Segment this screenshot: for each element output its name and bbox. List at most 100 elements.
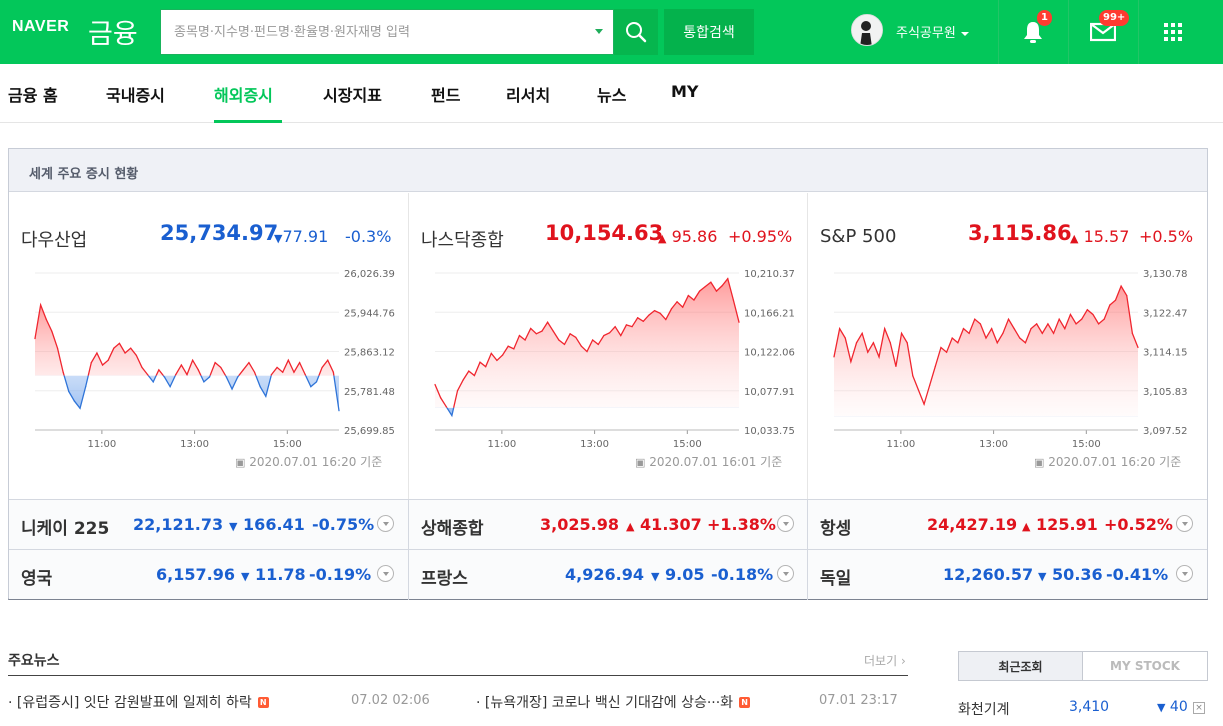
data-point — [889, 342, 891, 344]
data-point — [1024, 342, 1027, 344]
naver-logo[interactable]: NAVER — [12, 18, 69, 36]
index-name: 항셍 — [820, 519, 852, 539]
data-point — [732, 299, 734, 301]
y-tick-label: 3,130.78 — [1143, 269, 1188, 280]
data-point — [507, 345, 509, 347]
x-tick-label: 13:00 — [580, 439, 609, 450]
index-name: 니케이 225 — [21, 519, 110, 539]
recent-stock-name[interactable]: 화천기계 — [958, 699, 1010, 719]
data-point — [237, 376, 239, 378]
calendar-icon: ▣ — [235, 456, 246, 469]
data-point — [1081, 318, 1083, 320]
index-name: 다우산업 — [21, 230, 88, 251]
data-point — [1120, 285, 1122, 287]
total-search-button[interactable]: 통합검색 — [664, 9, 754, 55]
expand-chevron-icon[interactable] — [777, 565, 794, 582]
news-item[interactable]: · [뉴욕개장] 코로나 백신 기대감에 상승···화 N — [476, 692, 751, 712]
index-card-nasdaq[interactable]: 나스닥종합 10,154.63 ▲ 95.86 +0.95% 10,210.37… — [408, 193, 807, 499]
avatar[interactable] — [851, 14, 883, 46]
data-point — [518, 334, 521, 337]
mail-button[interactable]: 99+ — [1068, 0, 1136, 64]
data-point — [917, 389, 920, 391]
index-cell-uk[interactable]: 영국 6,157.96 ▼ 11.78 -0.19% — [9, 550, 408, 600]
data-point — [687, 294, 689, 297]
index-change-value: 15.57 — [1083, 227, 1130, 246]
nav-news[interactable]: 뉴스 — [597, 82, 626, 106]
index-change-value: 95.86 — [671, 227, 718, 246]
data-point — [253, 371, 256, 373]
index-card-dow[interactable]: 다우산업 25,734.97 ▼77.91 -0.3% 26,026.39 25,… — [9, 193, 408, 499]
down-arrow-icon: ▼ — [1038, 570, 1047, 583]
news-more-link[interactable]: 더보기 › — [864, 652, 906, 669]
tab-recent[interactable]: 최근조회 — [958, 651, 1083, 681]
index-cell-germany[interactable]: 독일 12,260.57 ▼ 50.36 -0.41% — [807, 550, 1206, 600]
mail-badge: 99+ — [1099, 10, 1130, 26]
search-dropdown-icon[interactable] — [595, 29, 603, 34]
data-point — [180, 364, 182, 366]
nav-world-stocks[interactable]: 해외증시 — [214, 82, 273, 106]
nav-my[interactable]: MY — [671, 82, 699, 101]
world-markets-panel: 세계 주요 증시 현황 다우산업 25,734.97 ▼77.91 -0.3% … — [8, 148, 1208, 600]
index-change-value: 50.36 — [1052, 565, 1103, 584]
index-cell-nikkei[interactable]: 니케이 225 22,121.73 ▼ 166.41 -0.75% — [9, 500, 408, 550]
search-button[interactable] — [614, 9, 658, 55]
y-tick-label: 10,077.91 — [744, 387, 795, 398]
index-chart[interactable]: 10,210.37 10,166.21 10,122.06 10,077.91 10,0… — [409, 263, 808, 463]
data-point — [586, 350, 588, 353]
apps-button[interactable] — [1138, 0, 1206, 64]
search-box[interactable] — [160, 9, 614, 55]
data-point — [603, 334, 605, 337]
panel-header: 세계 주요 증시 현황 — [9, 149, 1207, 192]
news-item[interactable]: · [유럽증시] 잇단 감원발표에 일제히 하락 N — [8, 692, 269, 712]
nav-finance-home[interactable]: 금융 홈 — [8, 82, 58, 106]
expand-chevron-icon[interactable] — [377, 515, 394, 532]
tab-mystock[interactable]: MY STOCK — [1083, 651, 1208, 681]
data-point — [715, 290, 718, 292]
data-point — [929, 384, 931, 386]
top-bar: NAVER 금융 통합검색 주식공무원 1 99+ — [0, 0, 1223, 64]
index-name: S&P 500 — [820, 226, 897, 247]
finance-logo[interactable]: 금융 — [88, 12, 138, 51]
data-point — [1126, 294, 1128, 297]
x-tick-label: 11:00 — [886, 439, 915, 450]
user-menu[interactable]: 주식공무원 — [896, 22, 969, 41]
data-point — [1069, 313, 1072, 316]
data-point — [962, 328, 965, 330]
data-point — [1047, 323, 1049, 325]
index-chart[interactable]: 3,130.78 3,122.47 3,114.15 3,105.83 3,097.52… — [808, 263, 1207, 463]
expand-chevron-icon[interactable] — [1176, 515, 1193, 532]
index-cell-france[interactable]: 프랑스 4,926.94 ▼ 9.05 -0.18% — [408, 550, 807, 600]
notification-button[interactable]: 1 — [998, 0, 1066, 64]
data-point — [479, 361, 481, 363]
index-value: 4,926.94 — [565, 565, 644, 584]
data-point — [558, 339, 560, 341]
nav-domestic-stocks[interactable]: 국내증시 — [106, 82, 165, 106]
expand-chevron-icon[interactable] — [377, 565, 394, 582]
data-point — [923, 403, 925, 405]
data-point — [501, 354, 504, 356]
nav-funds[interactable]: 펀드 — [431, 82, 460, 106]
notification-badge: 1 — [1037, 10, 1052, 26]
data-point — [563, 343, 566, 346]
index-card-sp500[interactable]: S&P 500 3,115.86 ▲ 15.57 +0.5% 3,130.78 3… — [807, 193, 1206, 499]
index-value: 22,121.73 — [133, 515, 224, 534]
data-point — [214, 362, 216, 364]
data-point — [524, 339, 526, 341]
expand-chevron-icon[interactable] — [1176, 565, 1193, 582]
index-change: ▼ 11.78 — [241, 565, 306, 584]
data-point — [113, 347, 115, 349]
index-cell-hangseng[interactable]: 항셍 24,427.19 ▲ 125.91 +0.52% — [807, 500, 1206, 550]
expand-chevron-icon[interactable] — [777, 515, 794, 532]
data-point — [850, 361, 852, 363]
index-chart[interactable]: 26,026.39 25,944.76 25,863.12 25,781.48 25,6… — [9, 263, 408, 463]
nav-market-indicators[interactable]: 시장지표 — [323, 82, 382, 106]
data-point — [79, 407, 81, 409]
index-cell-shanghai[interactable]: 상해종합 3,025.98 ▲ 41.307 +1.38% — [408, 500, 807, 550]
recent-stock-change: ▼ 40 — [1157, 699, 1188, 715]
search-input[interactable] — [161, 10, 581, 54]
data-point — [451, 414, 453, 417]
index-percent: +0.5% — [1139, 227, 1194, 246]
nav-research[interactable]: 리서치 — [506, 82, 550, 106]
data-point — [304, 374, 306, 376]
close-icon[interactable]: × — [1193, 702, 1205, 714]
